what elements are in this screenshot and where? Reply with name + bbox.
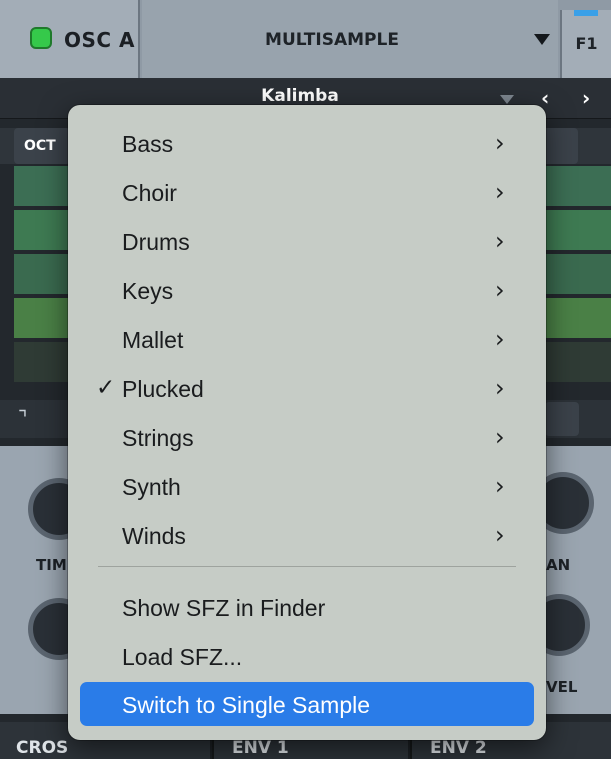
checkmark-icon: ✓ xyxy=(96,375,116,401)
menu-item-drums[interactable]: Drums › xyxy=(80,219,534,263)
filter-route-label: F1 xyxy=(575,34,598,53)
menu-item-label: Keys xyxy=(122,278,174,304)
menu-item-load-sfz[interactable]: Load SFZ... xyxy=(80,634,534,678)
chevron-right-icon: › xyxy=(495,227,505,255)
chevron-right-icon: › xyxy=(495,423,505,451)
osc-mode-dropdown[interactable]: MULTISAMPLE xyxy=(142,0,558,78)
tab-env-2-label: ENV 2 xyxy=(430,738,487,758)
chevron-right-icon: › xyxy=(495,521,505,549)
chevron-right-icon: › xyxy=(495,325,505,353)
sample-category-menu: Bass › Choir › Drums › Keys › Mallet › ✓… xyxy=(68,105,546,740)
chevron-left-icon[interactable]: ‹ xyxy=(541,86,549,110)
osc-mode-label: MULTISAMPLE xyxy=(265,30,399,50)
octave-label: OCT xyxy=(24,138,56,154)
chevron-right-icon: › xyxy=(495,129,505,157)
tab-cross-label: CROS xyxy=(16,738,69,758)
menu-item-plucked[interactable]: ✓ Plucked › xyxy=(80,366,534,410)
chevron-right-icon: › xyxy=(495,472,505,500)
preset-dropdown-icon[interactable] xyxy=(500,95,514,104)
menu-item-strings[interactable]: Strings › xyxy=(80,415,534,459)
menu-item-label: Show SFZ in Finder xyxy=(122,595,326,621)
tab-env-1-label: ENV 1 xyxy=(232,738,289,758)
knob-label-pan: AN xyxy=(546,556,571,574)
menu-item-mallet[interactable]: Mallet › xyxy=(80,317,534,361)
menu-item-choir[interactable]: Choir › xyxy=(80,170,534,214)
knob-label-level: VEL xyxy=(546,678,578,696)
filter-slot[interactable] xyxy=(545,402,579,436)
menu-item-label: Switch to Single Sample xyxy=(122,692,371,718)
chevron-right-icon: › xyxy=(495,178,505,206)
preset-name[interactable]: Kalimba xyxy=(220,86,380,106)
menu-item-show-sfz-in-finder[interactable]: Show SFZ in Finder xyxy=(80,585,534,629)
menu-item-label: Strings xyxy=(122,425,194,451)
menu-item-label: Drums xyxy=(122,229,190,255)
chevron-right-icon: › xyxy=(495,276,505,304)
chevron-right-icon: › xyxy=(495,374,505,402)
knob-label-time: TIM xyxy=(36,556,67,574)
osc-toggle[interactable]: OSC A xyxy=(0,0,140,78)
menu-item-label: Winds xyxy=(122,523,186,549)
lowpass-filter-icon[interactable]: ⌝ xyxy=(18,406,44,430)
menu-separator xyxy=(98,566,516,567)
osc-title: OSC A xyxy=(64,28,136,52)
menu-item-label: Synth xyxy=(122,474,181,500)
menu-item-switch-to-single-sample[interactable]: Switch to Single Sample xyxy=(80,682,534,726)
menu-item-label: Choir xyxy=(122,180,177,206)
menu-item-bass[interactable]: Bass › xyxy=(80,121,534,165)
menu-item-keys[interactable]: Keys › xyxy=(80,268,534,312)
menu-item-winds[interactable]: Winds › xyxy=(80,513,534,557)
chevron-right-icon[interactable]: › xyxy=(582,86,590,110)
route-indicator xyxy=(574,10,598,16)
menu-item-label: Plucked xyxy=(122,376,204,402)
osc-enabled-led-icon[interactable] xyxy=(30,27,52,49)
menu-item-label: Bass xyxy=(122,131,174,157)
menu-item-label: Mallet xyxy=(122,327,184,353)
menu-item-label: Load SFZ... xyxy=(122,644,243,670)
dropdown-arrow-icon xyxy=(534,34,550,45)
menu-item-synth[interactable]: Synth › xyxy=(80,464,534,508)
filter-route-tab[interactable]: F1 xyxy=(560,10,611,78)
